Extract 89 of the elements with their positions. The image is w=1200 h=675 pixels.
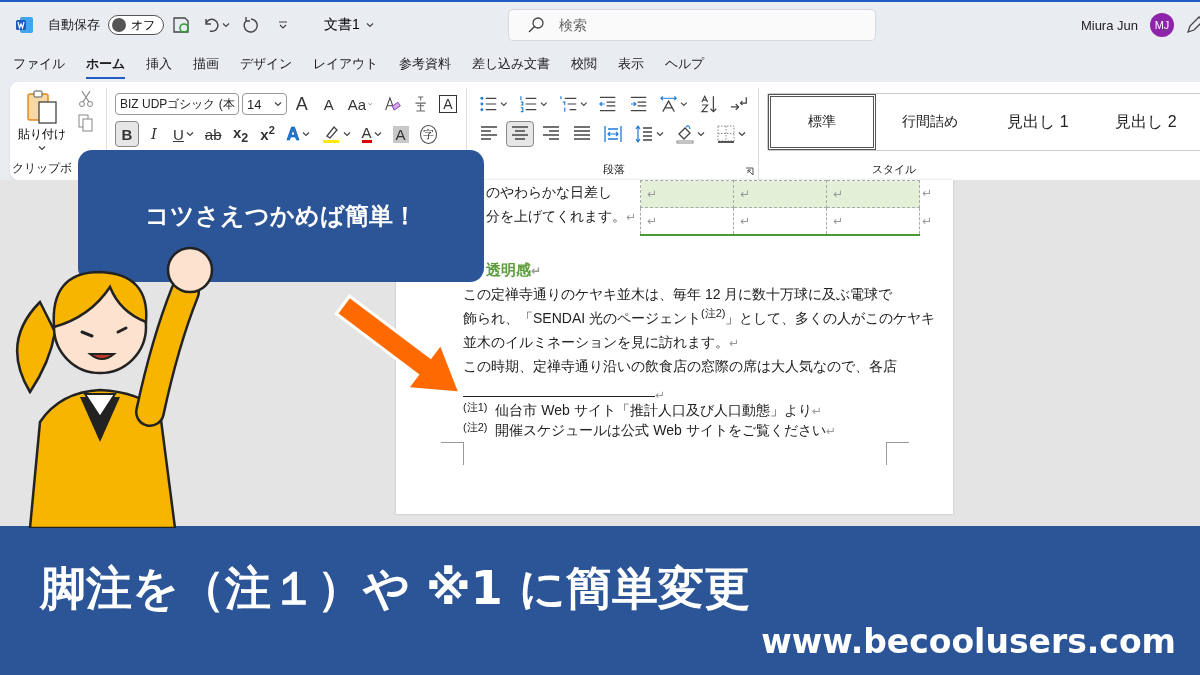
ribbon-tab[interactable]: ホーム (86, 51, 125, 79)
sort-icon (698, 94, 718, 114)
table-cell: ↵ (640, 180, 734, 208)
underline-button[interactable]: U (169, 121, 198, 147)
crop-mark (441, 442, 464, 465)
row-end-mark: ↵ (922, 185, 933, 202)
caret-icon (365, 22, 374, 28)
eraser-icon (383, 94, 401, 114)
pen-icon[interactable] (1186, 16, 1200, 34)
grow-font-button[interactable]: A (289, 91, 314, 117)
ribbon-tab[interactable]: ファイル (13, 51, 65, 79)
italic-button[interactable]: I (142, 121, 166, 147)
strikethrough-button[interactable]: ab (200, 121, 226, 147)
ribbon-tab[interactable]: ヘルプ (665, 51, 704, 79)
character-shading-button[interactable]: A (388, 121, 413, 147)
group-label: 段落 (602, 162, 625, 177)
body-text: この定禅寺通りのケヤキ並木は、毎年 12 月に数十万球に及ぶ電球で (463, 285, 894, 304)
body-text: 飾られ、「SENDAI 光のページェント$^{(注2)}$」として、多くの人がこのケヤキ (463, 306, 937, 328)
caret-icon (222, 22, 230, 28)
bold-button[interactable]: B (115, 121, 139, 147)
dialog-launcher-icon[interactable] (745, 167, 754, 176)
footnote-ref: (注1) (463, 400, 488, 415)
scissors-icon[interactable] (78, 90, 94, 108)
ribbon-tab[interactable]: 表示 (618, 51, 644, 79)
superscript-button[interactable]: x$^{2}$ (255, 121, 280, 147)
body-text: 分を上げてくれます。↵ (486, 207, 638, 226)
document-title[interactable]: 文書1 (318, 15, 380, 35)
table-cell: ↵ (826, 180, 920, 208)
ribbon-tab[interactable]: 挿入 (146, 51, 172, 79)
font-size-dropdown[interactable]: 14 (242, 93, 287, 115)
style-item[interactable]: 見出し 2 (1092, 94, 1200, 150)
user-avatar[interactable]: MJ (1150, 13, 1174, 37)
line-spacing-icon (634, 124, 654, 144)
subscript-button[interactable]: x$_{2}$ (228, 121, 253, 147)
borders-icon (716, 124, 736, 144)
increase-indent-icon (628, 94, 648, 114)
table-cell: ↵ (733, 180, 827, 208)
clipboard-icon (26, 90, 58, 124)
change-case-button[interactable]: Aa (343, 91, 377, 117)
paint-bucket-icon (675, 124, 695, 144)
text-effects-button[interactable]: A (282, 121, 314, 147)
caret-icon (278, 21, 288, 29)
distribute-icon (603, 124, 623, 144)
bullet-list-icon (479, 94, 499, 114)
ribbon-tab[interactable]: 参考資料 (399, 51, 451, 79)
table-cell: ↵ (640, 207, 734, 235)
paste-button[interactable]: 貼り付け (16, 88, 68, 153)
autosave-toggle[interactable]: オフ (108, 15, 164, 35)
autosave-label: 自動保存 (48, 16, 100, 34)
body-text: この時期、定禅寺通り沿いの飲食店の窓際の席は大人気なので、各店 (463, 357, 898, 376)
site-url: www.becoolusers.com (761, 622, 1176, 662)
word-logo-icon[interactable] (16, 16, 34, 34)
font-name-dropdown[interactable]: BIZ UDPゴシック (本 (115, 93, 239, 115)
text-direction-icon (658, 94, 678, 114)
style-item[interactable]: 行間詰め (876, 94, 984, 150)
redo-icon[interactable] (242, 16, 260, 34)
ribbon-tab[interactable]: 校閲 (571, 51, 597, 79)
body-text: 並木のイルミネーションを見に訪れます。↵ (463, 333, 741, 352)
group-label: クリップボ (11, 160, 72, 177)
footnote-text: 開催スケジュールは公式 Web サイトをご覧ください↵ (495, 422, 836, 440)
style-item[interactable]: 見出し 1 (984, 94, 1092, 150)
row-end-mark: ↵ (922, 213, 933, 230)
paragraph-mark: ↵ (655, 388, 666, 402)
multilevel-list-icon (558, 94, 578, 114)
ribbon-tab[interactable]: 差し込み文書 (472, 51, 550, 79)
footnote-text: 仙台市 Web サイト「推計人口及び人口動態」より↵ (495, 402, 822, 420)
group-label: スタイル (870, 162, 917, 177)
shrink-font-button[interactable]: A (316, 91, 341, 117)
save-icon[interactable] (172, 16, 190, 34)
caret-icon (273, 101, 282, 107)
font-color-button[interactable]: A (357, 121, 386, 147)
numbered-list-icon (518, 94, 538, 114)
section-heading: 透明感↵ (486, 260, 543, 280)
body-text: のやわらかな日差し (486, 183, 613, 202)
style-item[interactable]: 標準 (768, 94, 876, 150)
callout-text: コツさえつかめば簡単！ (145, 201, 417, 231)
ribbon-tab[interactable]: 描画 (193, 51, 219, 79)
ribbon-tab[interactable]: レイアウト (313, 51, 378, 79)
highlighter-icon (320, 124, 341, 144)
banner-title: 脚注を（注１）や ※1 に簡単変更 (40, 560, 751, 617)
user-name: Miura Jun (1080, 17, 1138, 33)
decrease-indent-icon (598, 94, 618, 114)
footnote-ref: (注2) (463, 420, 488, 435)
align-center-button[interactable] (506, 121, 534, 147)
caret-icon (38, 145, 46, 151)
crop-mark (886, 442, 909, 465)
ribbon-tab[interactable]: デザイン (240, 51, 292, 79)
undo-icon (202, 16, 220, 34)
search-field[interactable]: 検索 (508, 9, 876, 41)
